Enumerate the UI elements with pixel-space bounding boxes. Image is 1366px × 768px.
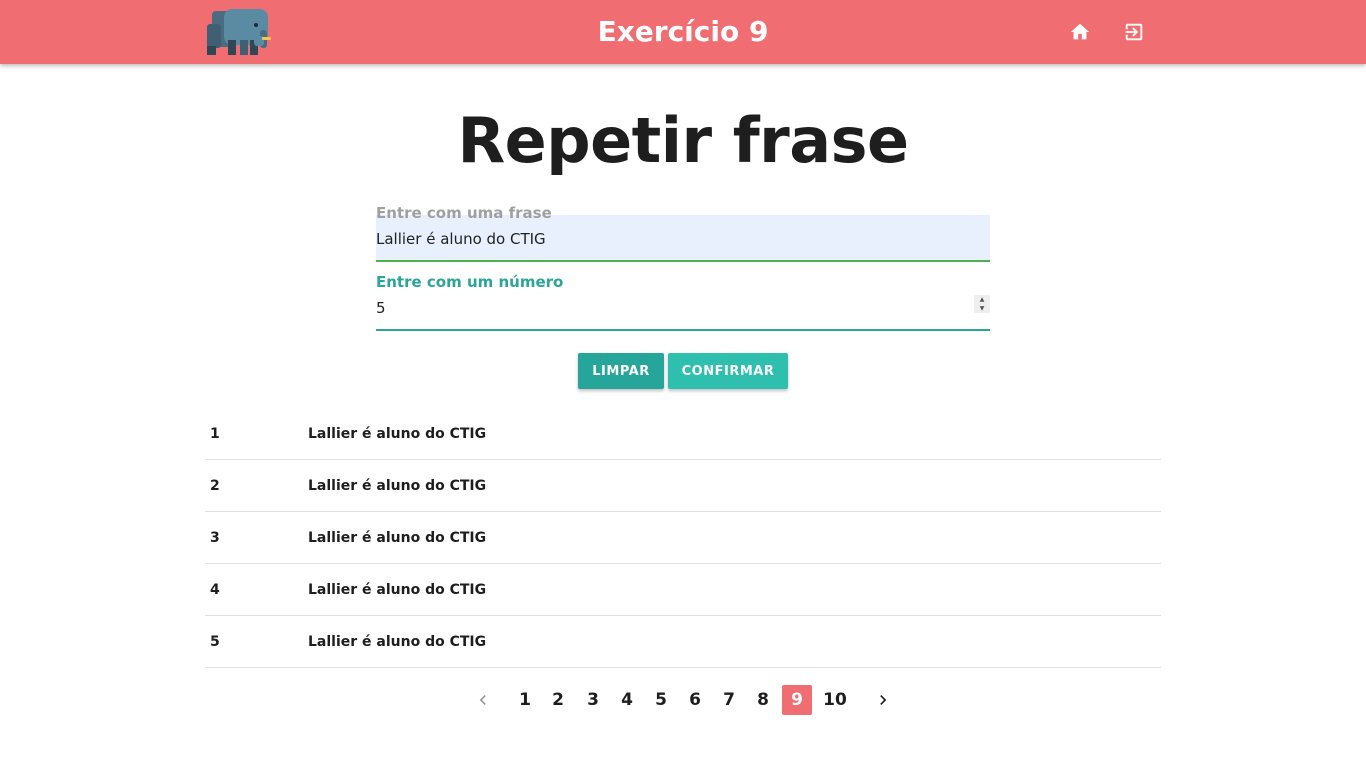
table-row: 1 Lallier é aluno do CTIG: [205, 408, 1161, 460]
row-text: Lallier é aluno do CTIG: [308, 426, 487, 442]
confirmar-button[interactable]: CONFIRMAR: [668, 353, 788, 389]
table-row: 2 Lallier é aluno do CTIG: [205, 460, 1161, 512]
spinner-up-icon[interactable]: ▲: [980, 296, 985, 303]
table-row: 3 Lallier é aluno do CTIG: [205, 512, 1161, 564]
results-table: 1 Lallier é aluno do CTIG 2 Lallier é al…: [205, 408, 1161, 668]
row-text: Lallier é aluno do CTIG: [308, 582, 487, 598]
app-bar: Exercício 9: [0, 0, 1366, 64]
chevron-left-icon: [479, 695, 486, 705]
row-number: 2: [210, 478, 220, 494]
frase-input[interactable]: [376, 224, 990, 254]
row-number: 5: [210, 634, 220, 650]
table-row: 4 Lallier é aluno do CTIG: [205, 564, 1161, 616]
home-icon: [1070, 23, 1090, 40]
numero-label: Entre com um número: [376, 273, 564, 291]
page-8[interactable]: 8: [752, 685, 774, 715]
page-3[interactable]: 3: [582, 685, 604, 715]
home-button[interactable]: [1064, 16, 1096, 48]
frase-label: Entre com uma frase: [376, 204, 552, 222]
frase-field: Entre com uma frase: [376, 204, 990, 262]
row-text: Lallier é aluno do CTIG: [308, 634, 487, 650]
exit-icon: [1125, 23, 1143, 41]
table-row: 5 Lallier é aluno do CTIG: [205, 616, 1161, 668]
spinner-down-icon[interactable]: ▼: [980, 305, 985, 312]
numero-field: Entre com um número ▲ ▼: [376, 273, 990, 331]
page-4[interactable]: 4: [616, 685, 638, 715]
page-9-current[interactable]: 9: [782, 685, 812, 715]
page-heading: Repetir frase: [457, 104, 909, 177]
page-7[interactable]: 7: [718, 685, 740, 715]
numero-input[interactable]: [376, 293, 990, 323]
page-10[interactable]: 10: [820, 685, 850, 715]
row-number: 1: [210, 426, 220, 442]
page-1[interactable]: 1: [514, 685, 536, 715]
row-number: 4: [210, 582, 220, 598]
number-spinner[interactable]: ▲ ▼: [974, 295, 990, 313]
chevron-right-icon: [880, 695, 887, 705]
row-number: 3: [210, 530, 220, 546]
limpar-button[interactable]: LIMPAR: [578, 353, 664, 389]
pagination-next-button[interactable]: [868, 685, 898, 715]
page-5[interactable]: 5: [650, 685, 672, 715]
page-6[interactable]: 6: [684, 685, 706, 715]
exit-button[interactable]: [1118, 16, 1150, 48]
page-2[interactable]: 2: [547, 685, 569, 715]
row-text: Lallier é aluno do CTIG: [308, 478, 487, 494]
elephant-logo[interactable]: [204, 8, 272, 58]
pagination-prev-button[interactable]: [468, 685, 498, 715]
row-text: Lallier é aluno do CTIG: [308, 530, 487, 546]
